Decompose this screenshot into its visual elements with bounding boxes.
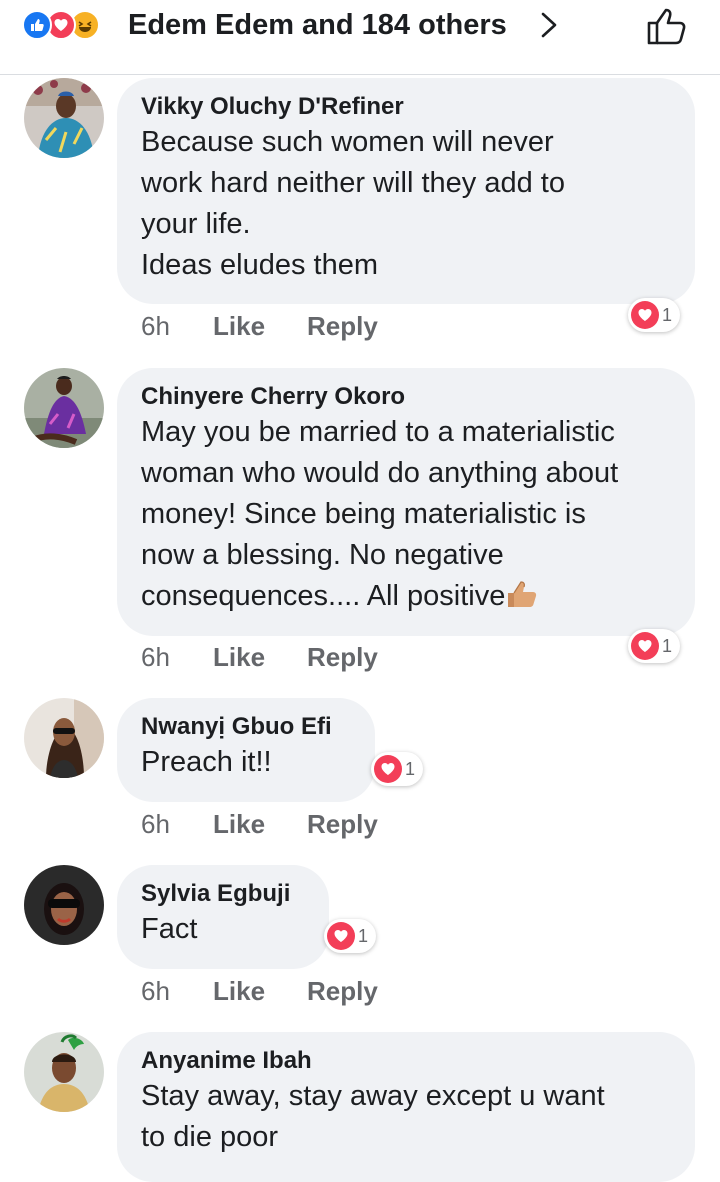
comment-line: work hard neither will they add to [141, 167, 565, 199]
comment-bubble[interactable]: Chinyere Cherry Okoro May you be married… [117, 368, 695, 636]
reactions-header[interactable]: Edem Edem and 184 others [0, 0, 720, 60]
comment-text: Fact [141, 909, 305, 950]
comment-bubble[interactable]: Anyanime Ibah Stay away, stay away excep… [117, 1032, 695, 1182]
comment-actions: 6h Like Reply [141, 807, 378, 841]
reaction-badge[interactable]: 1 [628, 629, 681, 663]
comment-line: Stay away, stay away except u want [141, 1080, 605, 1112]
love-icon [374, 755, 402, 783]
comment-line: woman who would do anything about [141, 457, 619, 489]
comment-line: consequences.... All positive [141, 576, 671, 617]
comment-author[interactable]: Anyanime Ibah [141, 1046, 671, 1076]
comment-text: May you be married to a materialistic wo… [141, 412, 671, 617]
avatar[interactable] [24, 865, 104, 945]
comment-actions: 6h Like Reply [141, 309, 378, 343]
reaction-badge[interactable]: 1 [371, 752, 424, 786]
comment-author[interactable]: Vikky Oluchy D'Refiner [141, 92, 671, 122]
thumbs-up-emoji-icon [508, 581, 537, 607]
reply-button[interactable]: Reply [307, 642, 378, 673]
comment-text: Stay away, stay away except u want to di… [141, 1076, 671, 1158]
reaction-count: 1 [662, 635, 673, 656]
avatar[interactable] [24, 368, 104, 448]
comment-line: Because such women will never [141, 126, 554, 158]
comment-line: Fact [141, 913, 198, 945]
avatar[interactable] [24, 1032, 104, 1112]
comment-text: Preach it!! [141, 742, 351, 783]
like-button[interactable]: Like [213, 809, 307, 840]
avatar[interactable] [24, 78, 104, 158]
reaction-badge[interactable]: 1 [628, 298, 681, 332]
comment-author[interactable]: Chinyere Cherry Okoro [141, 382, 671, 412]
comment-line: Ideas eludes them [141, 249, 378, 281]
chevron-right-icon[interactable] [537, 10, 561, 40]
comment-author[interactable]: Sylvia Egbuji [141, 879, 305, 909]
comment-line: May you be married to a materialistic [141, 416, 615, 448]
love-icon [631, 632, 659, 660]
thumbs-up-icon[interactable] [645, 6, 689, 46]
comment-timestamp[interactable]: 6h [141, 642, 213, 673]
reaction-count: 1 [662, 304, 673, 325]
reaction-count: 1 [405, 758, 416, 779]
comment-line: Preach it!! [141, 746, 272, 778]
like-button[interactable]: Like [213, 311, 307, 342]
reaction-count: 1 [358, 925, 369, 946]
love-icon [631, 301, 659, 329]
comment-line-text: consequences.... All positive [141, 580, 506, 612]
reaction-icons [22, 8, 100, 42]
comment-line: now a blessing. No negative [141, 539, 504, 571]
comment-bubble[interactable]: Nwanyị Gbuo Efi Preach it!! [117, 698, 375, 802]
like-button[interactable]: Like [213, 642, 307, 673]
comment-author[interactable]: Nwanyị Gbuo Efi [141, 712, 351, 742]
comment-line: money! Since being materialistic is [141, 498, 586, 530]
comment-actions: 6h Like Reply [141, 640, 378, 674]
reactions-summary[interactable]: Edem Edem and 184 others [128, 8, 507, 42]
love-icon [327, 922, 355, 950]
reply-button[interactable]: Reply [307, 976, 378, 1007]
like-icon [22, 10, 52, 40]
reply-button[interactable]: Reply [307, 809, 378, 840]
comment-bubble[interactable]: Sylvia Egbuji Fact [117, 865, 329, 969]
comment-line: your life. [141, 208, 251, 240]
comment-timestamp[interactable]: 6h [141, 976, 213, 1007]
comment-timestamp[interactable]: 6h [141, 809, 213, 840]
comment-bubble[interactable]: Vikky Oluchy D'Refiner Because such wome… [117, 78, 695, 304]
like-button[interactable]: Like [213, 976, 307, 1007]
comment-line: to die poor [141, 1121, 279, 1153]
reaction-badge[interactable]: 1 [324, 919, 377, 953]
reply-button[interactable]: Reply [307, 311, 378, 342]
header-divider [0, 74, 720, 75]
comment-text: Because such women will never work hard … [141, 122, 671, 286]
comment-timestamp[interactable]: 6h [141, 311, 213, 342]
avatar[interactable] [24, 698, 104, 778]
comment-actions: 6h Like Reply [141, 974, 378, 1008]
